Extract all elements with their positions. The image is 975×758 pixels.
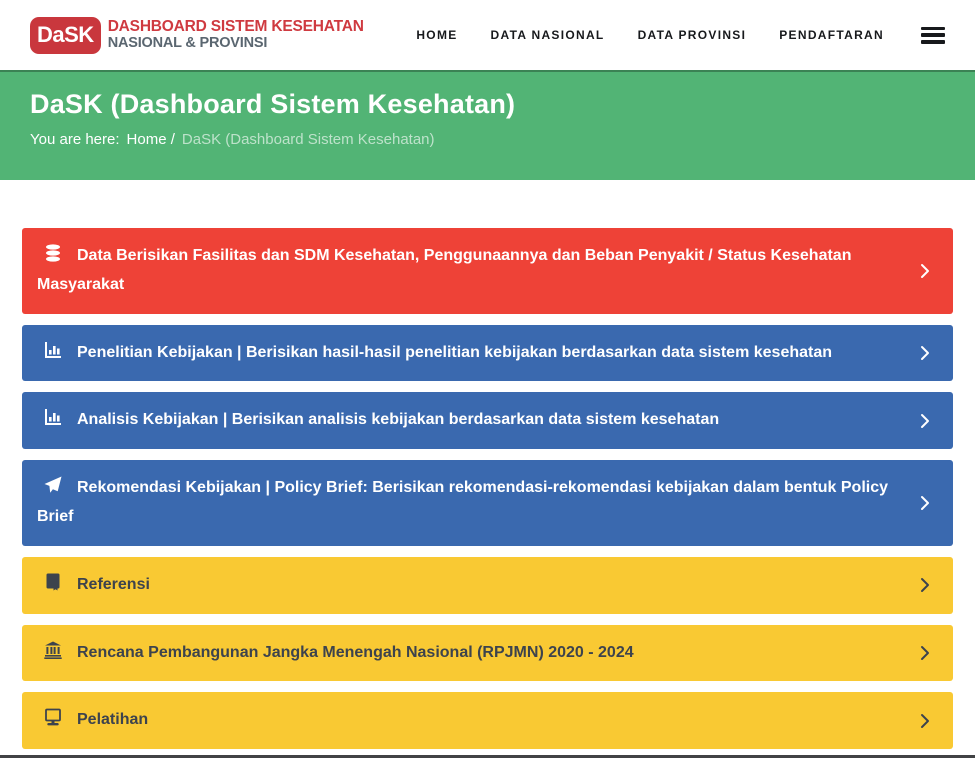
database-icon [43,244,63,262]
logo-text: DASHBOARD SISTEM KESEHATAN NASIONAL & PR… [108,19,364,50]
accordion-item-pelatihan[interactable]: Pelatihan [22,692,953,749]
accordion-item-analisis-kebijakan[interactable]: Analisis Kebijakan | Berisikan analisis … [22,392,953,449]
chevron-right-icon [917,713,933,729]
chevron-right-icon [917,413,933,429]
accordion-item-data-fasilitas[interactable]: Data Berisikan Fasilitas dan SDM Kesehat… [22,228,953,314]
logo-title: DASHBOARD SISTEM KESEHATAN [108,19,364,35]
accordion-item-label: Referensi [77,576,150,593]
page-hero: DaSK (Dashboard Sistem Kesehatan) You ar… [0,70,975,180]
accordion-item-rekomendasi-kebijakan[interactable]: Rekomendasi Kebijakan | Policy Brief: Be… [22,460,953,546]
accordion-item-rpjmn[interactable]: Rencana Pembangunan Jangka Menengah Nasi… [22,625,953,682]
book-icon [43,573,63,591]
chevron-right-icon [917,495,933,511]
paper-plane-icon [43,476,63,494]
chevron-right-icon [917,577,933,593]
chevron-right-icon [917,345,933,361]
main-nav: HOME DATA NASIONAL DATA PROVINSI PENDAFT… [416,27,945,44]
accordion-list: Data Berisikan Fasilitas dan SDM Kesehat… [0,180,975,749]
accordion-item-label: Rekomendasi Kebijakan | Policy Brief: Be… [37,479,888,525]
accordion-item-penelitian-kebijakan[interactable]: Penelitian Kebijakan | Berisikan hasil-h… [22,325,953,382]
accordion-item-label: Penelitian Kebijakan | Berisikan hasil-h… [77,344,832,361]
chevron-right-icon [917,263,933,279]
bar-chart-icon [43,341,63,359]
accordion-item-label: Analisis Kebijakan | Berisikan analisis … [77,411,719,428]
nav-item-pendaftaran[interactable]: PENDAFTARAN [779,28,884,42]
nav-item-data-provinsi[interactable]: DATA PROVINSI [638,28,747,42]
page-title: DaSK (Dashboard Sistem Kesehatan) [30,89,945,120]
top-header: DaSK DASHBOARD SISTEM KESEHATAN NASIONAL… [0,0,975,70]
accordion-item-label: Data Berisikan Fasilitas dan SDM Kesehat… [37,247,851,293]
breadcrumb-current: DaSK (Dashboard Sistem Kesehatan) [182,131,435,148]
accordion-item-referensi[interactable]: Referensi [22,557,953,614]
hamburger-menu-icon[interactable] [921,27,945,44]
breadcrumb-prefix: You are here: [30,131,120,148]
site-logo[interactable]: DaSK DASHBOARD SISTEM KESEHATAN NASIONAL… [30,17,364,54]
desktop-icon [43,708,63,726]
breadcrumb-home-link[interactable]: Home / [127,131,175,148]
breadcrumb: You are here: Home / DaSK (Dashboard Sis… [30,131,945,148]
accordion-item-label: Pelatihan [77,711,148,728]
nav-item-home[interactable]: HOME [416,28,457,42]
logo-subtitle: NASIONAL & PROVINSI [108,36,364,51]
accordion-item-label: Rencana Pembangunan Jangka Menengah Nasi… [77,644,634,661]
bar-chart-icon [43,408,63,426]
nav-item-data-nasional[interactable]: DATA NASIONAL [491,28,605,42]
chevron-right-icon [917,645,933,661]
bank-icon [43,641,63,659]
logo-badge: DaSK [30,17,101,54]
